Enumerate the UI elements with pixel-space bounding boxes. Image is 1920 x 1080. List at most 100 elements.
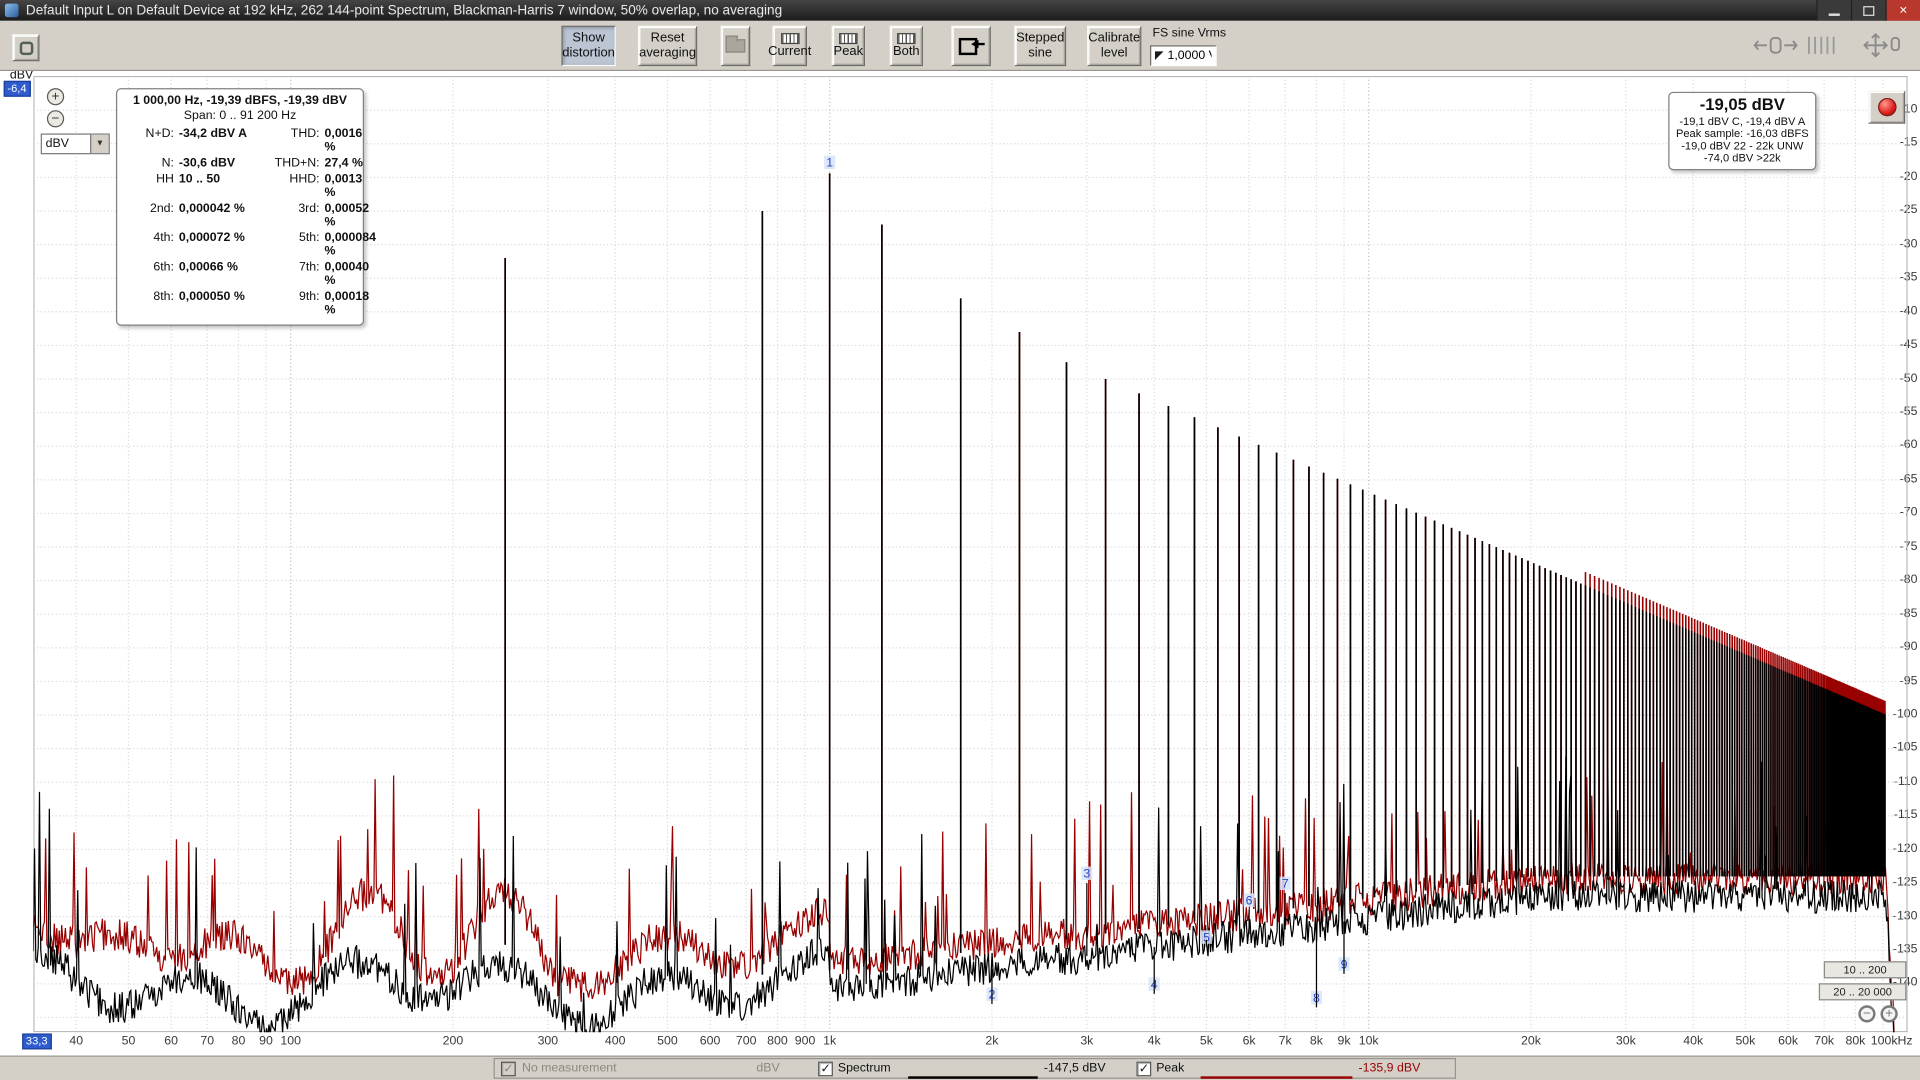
no-measurement-checkbox[interactable]: ✓ bbox=[501, 1061, 516, 1076]
peak-label: Peak bbox=[834, 45, 864, 59]
current-display-icon bbox=[780, 33, 799, 44]
distortion-row-label: 4th: bbox=[125, 231, 174, 258]
x-axis-tick-label: 100kHz bbox=[1848, 1035, 1912, 1048]
chevron-down-icon: ▼ bbox=[96, 140, 105, 149]
status-unit-label: dBV bbox=[756, 1059, 779, 1077]
distortion-row-value: 0,0013 % bbox=[325, 173, 376, 200]
span-readout: Span: 0 .. 91 200 Hz bbox=[125, 109, 356, 122]
pan-zoom-button[interactable] bbox=[1848, 31, 1902, 60]
wav-file-icon bbox=[726, 39, 746, 52]
y-unit-selector-value: dBV bbox=[42, 137, 90, 150]
check-icon: ✓ bbox=[1139, 1062, 1149, 1075]
level-line-4: -19,0 dBV 22 - 22k UNW bbox=[1672, 140, 1813, 152]
spectrum-plot: dBV -6,4 -10-15-20-25-30-35-40-45-50-55-… bbox=[0, 71, 1920, 1055]
spectrum-swatch bbox=[908, 1076, 1038, 1078]
calibrate-level-button[interactable]: Calibrate level bbox=[1087, 26, 1141, 66]
loop-sequence-button[interactable] bbox=[951, 26, 990, 66]
x-axis-tick-label: 200 bbox=[416, 1035, 490, 1048]
close-icon: × bbox=[1899, 3, 1907, 18]
maximize-icon bbox=[1863, 6, 1874, 16]
both-label: Both bbox=[893, 45, 920, 59]
distortion-row-value: 0,00040 % bbox=[325, 261, 376, 288]
peak-swatch bbox=[1201, 1076, 1353, 1078]
minimize-icon bbox=[1829, 13, 1840, 15]
app-icon bbox=[5, 4, 19, 17]
distortion-row-label: 5th: bbox=[263, 231, 320, 258]
y-unit-selector[interactable]: dBV ▼ bbox=[41, 133, 110, 154]
peak-button[interactable]: Peak bbox=[832, 26, 865, 66]
distortion-row-value: -30,6 dBV bbox=[179, 157, 258, 170]
level-line-3: Peak sample: -16,03 dBFS bbox=[1672, 127, 1813, 139]
minimize-button[interactable] bbox=[1816, 0, 1851, 21]
x-zoom-in-button[interactable]: + bbox=[1881, 1005, 1898, 1022]
x-axis-tick-label: 1k bbox=[793, 1035, 867, 1048]
distortion-row-value: 0,000072 % bbox=[179, 231, 258, 258]
distortion-row-value: 0,00052 % bbox=[325, 202, 376, 229]
peak-legend-value: -135,9 dBV bbox=[1359, 1059, 1421, 1077]
y-zoom-out-button[interactable]: − bbox=[47, 110, 64, 127]
show-distortion-button[interactable]: Show distortion bbox=[561, 26, 615, 66]
calibrate-level-label: Calibrate level bbox=[1088, 32, 1140, 61]
both-button[interactable]: Both bbox=[890, 26, 923, 66]
window-controls: × bbox=[1816, 0, 1920, 21]
reset-averaging-button[interactable]: Reset averaging bbox=[638, 26, 697, 66]
wav-file-button bbox=[721, 26, 751, 66]
loop-sequence-icon bbox=[956, 32, 986, 59]
fs-sine-vrms-label: FS sine Vrms bbox=[1152, 27, 1226, 40]
status-bar: ✓ No measurement dBV ✓ Spectrum -147,5 d… bbox=[0, 1056, 1920, 1080]
distortion-row-value: 0,00066 % bbox=[179, 261, 258, 288]
app-window: Default Input L on Default Device at 192… bbox=[0, 0, 1920, 1080]
distortion-row-value: 0,000084 % bbox=[325, 231, 376, 258]
distortion-row-value: 27,4 % bbox=[325, 157, 376, 170]
fs-sine-vrms-input[interactable] bbox=[1167, 49, 1211, 62]
fundamental-marker: 1 bbox=[826, 156, 833, 170]
maximize-button[interactable] bbox=[1851, 0, 1886, 21]
spin-flag-icon bbox=[1155, 51, 1164, 60]
current-label: Current bbox=[768, 45, 811, 59]
distortion-row-label: THD: bbox=[263, 127, 320, 154]
meter-settings-button[interactable] bbox=[12, 34, 39, 61]
close-button[interactable]: × bbox=[1885, 0, 1920, 21]
grid-lines-icon bbox=[1806, 36, 1838, 56]
level-readout-box: -19,05 dBV -19,1 dBV C, -19,4 dBV A Peak… bbox=[1668, 92, 1816, 170]
spectrum-checkbox[interactable]: ✓ bbox=[818, 1061, 833, 1076]
x-zoom-out-button[interactable]: − bbox=[1858, 1005, 1875, 1022]
distortion-row-label: 2nd: bbox=[125, 202, 174, 229]
no-measurement-label: No measurement bbox=[522, 1059, 617, 1077]
zoom-out-icon: − bbox=[1863, 1007, 1871, 1022]
grid-display-button[interactable] bbox=[1804, 33, 1841, 57]
distortion-row-label: N+D: bbox=[125, 127, 174, 154]
comb-spectrum bbox=[505, 173, 1885, 974]
distortion-rows: N+D:-34,2 dBV ATHD:0,0016 %N:-30,6 dBVTH… bbox=[125, 127, 356, 317]
y-axis-top-value[interactable]: -6,4 bbox=[4, 81, 31, 97]
y-zoom-in-button[interactable]: + bbox=[47, 88, 64, 105]
distortion-row-value: 0,0016 % bbox=[325, 127, 376, 154]
spectrum-legend-label: Spectrum bbox=[838, 1059, 891, 1077]
trace-peak bbox=[33, 762, 1907, 1033]
zoom-out-icon: − bbox=[52, 111, 60, 126]
distortion-row-label: 9th: bbox=[263, 290, 320, 317]
stepped-sine-button[interactable]: Stepped sine bbox=[1014, 26, 1066, 66]
harmonic-marker-7: 7 bbox=[1282, 877, 1289, 891]
harmonic-marker-3: 3 bbox=[1083, 867, 1090, 881]
titlebar: Default Input L on Default Device at 192… bbox=[0, 0, 1920, 21]
horizontal-pan-button[interactable] bbox=[1752, 33, 1799, 57]
check-icon: ✓ bbox=[820, 1062, 830, 1075]
show-distortion-label: Show distortion bbox=[562, 32, 615, 61]
meter-icon bbox=[19, 41, 33, 54]
record-button[interactable] bbox=[1868, 91, 1905, 124]
x-axis-left-value[interactable]: 33,3 bbox=[22, 1033, 51, 1049]
x-axis-tick-label: 3k bbox=[1050, 1035, 1124, 1048]
range-preset-20-20000[interactable]: 20 .. 20 000 bbox=[1819, 983, 1907, 1000]
harmonic-marker-6: 6 bbox=[1246, 893, 1253, 907]
level-main-value: -19,05 dBV bbox=[1672, 96, 1813, 114]
dropdown-button[interactable]: ▼ bbox=[90, 135, 109, 153]
distortion-row-label: HHD: bbox=[263, 173, 320, 200]
distortion-row-value: -34,2 dBV A bbox=[179, 127, 258, 154]
distortion-row-label: 3rd: bbox=[263, 202, 320, 229]
range-preset-10-200[interactable]: 10 .. 200 bbox=[1824, 961, 1907, 978]
x-axis-tick-label: 300 bbox=[511, 1035, 585, 1048]
peak-checkbox[interactable]: ✓ bbox=[1136, 1061, 1151, 1076]
both-display-icon bbox=[897, 33, 916, 44]
current-button[interactable]: Current bbox=[772, 26, 807, 66]
